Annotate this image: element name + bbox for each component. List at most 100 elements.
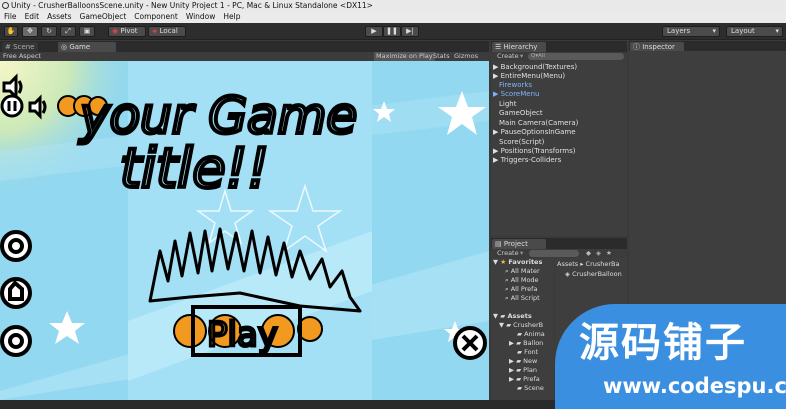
aspect-dropdown[interactable]: Free Aspect (3, 52, 41, 61)
favorite-item[interactable]: ⌕ All Mater (505, 267, 540, 276)
layers-dropdown[interactable]: Layers (662, 26, 720, 37)
hierarchy-item[interactable]: ▶ Background(Textures) (493, 63, 577, 72)
stats-toggle[interactable]: Stats (433, 52, 450, 61)
rotate-icon: ↻ (46, 27, 52, 35)
hierarchy-item[interactable]: Light (499, 100, 516, 109)
expand-arrow-icon[interactable]: ▶ (493, 72, 498, 80)
layers-label: Layers (667, 27, 691, 35)
project-search-input[interactable] (529, 250, 579, 257)
hierarchy-item-label: Fireworks (499, 81, 533, 89)
folder-label: Font (524, 348, 539, 356)
expand-arrow-icon[interactable]: ▶ (493, 156, 498, 164)
folder-label: Anima (524, 330, 545, 338)
project-create-button[interactable]: Create (497, 249, 519, 258)
filter-label-icon[interactable]: ◈ (596, 249, 601, 258)
game-view[interactable]: your Game title!! Play (0, 61, 489, 400)
hierarchy-item[interactable]: GameObject (499, 109, 543, 118)
menu-window[interactable]: Window (182, 11, 220, 23)
hierarchy-item-label: Positions(Transforms) (500, 147, 576, 155)
asset-item-label: CrusherBalloon (572, 270, 622, 278)
hierarchy-item[interactable]: Score(Script) (499, 138, 544, 147)
layout-label: Layout (731, 27, 755, 35)
play-button[interactable]: ▶ (365, 26, 383, 37)
local-toggle[interactable]: ◈ Local (148, 26, 186, 37)
hierarchy-item-label: Triggers-Colliders (500, 156, 562, 164)
inspector-tab-icon: ⓘ (633, 43, 640, 51)
watermark-badge: 源码铺子 www.codespu.com (555, 304, 786, 409)
folder-item[interactable]: ▼ ▰ CrusherB (499, 321, 543, 330)
hierarchy-item[interactable]: Main Camera(Camera) (499, 119, 578, 128)
expand-arrow-icon: ▼ (493, 258, 498, 266)
tab-game-label: Game (69, 43, 91, 51)
folder-item[interactable]: ▶ ▰ Ballon (509, 339, 543, 348)
favorite-item[interactable]: ⌕ All Mode (505, 276, 539, 285)
local-label: Local (159, 27, 178, 35)
menu-assets[interactable]: Assets (43, 11, 75, 23)
pivot-label: Pivot (120, 27, 138, 35)
menu-component[interactable]: Component (130, 11, 182, 23)
gizmos-toggle[interactable]: Gizmos (454, 52, 478, 61)
folder-item[interactable]: ▶ ▰ Prefa (509, 375, 540, 384)
hierarchy-item-label: Background(Textures) (500, 63, 578, 71)
expand-arrow-icon[interactable]: ▶ (493, 147, 498, 155)
project-breadcrumb[interactable]: Assets ▸ CrusherBa (557, 260, 620, 269)
project-tabbar: ▤ Project (491, 238, 627, 249)
tab-scene[interactable]: # Scene (2, 42, 38, 52)
expand-arrow-icon[interactable]: ▶ (493, 63, 498, 71)
favorite-item-label: All Mode (510, 276, 539, 284)
tab-inspector-label: Inspector (642, 43, 675, 51)
folder-icon: ▰ (516, 357, 522, 365)
project-toolbar: Create ▾ ◆ ◈ ★ (491, 249, 627, 258)
expand-arrow-icon[interactable]: ▶ (493, 128, 498, 136)
folder-item[interactable]: ▰ Anima (517, 330, 545, 339)
rect-tool-button[interactable]: ▣ (79, 26, 95, 37)
favorite-item[interactable]: ⌕ All Prefa (505, 285, 537, 294)
pivot-toggle[interactable]: ◉ Pivot (108, 26, 146, 37)
expand-arrow-icon[interactable]: ▶ (493, 90, 498, 98)
maximize-on-play-toggle[interactable]: Maximize on Play (374, 52, 435, 61)
favorites-header[interactable]: ▼ ★ Favorites (493, 258, 542, 267)
menu-file[interactable]: File (0, 11, 21, 23)
tab-scene-label: Scene (13, 43, 35, 51)
asset-item[interactable]: ◈ CrusherBalloon (565, 270, 622, 279)
pause-button[interactable]: ❚❚ (383, 26, 401, 37)
hierarchy-search-input[interactable]: Q▾All (528, 53, 624, 60)
menu-edit[interactable]: Edit (21, 11, 44, 23)
hierarchy-item-label: PauseOptionsInGame (500, 128, 576, 136)
hierarchy-item[interactable]: Fireworks (499, 81, 532, 90)
folder-item[interactable]: ▰ Scene (517, 384, 544, 393)
folder-item[interactable]: ▰ Font (517, 348, 538, 357)
hierarchy-item-label: Score(Script) (499, 138, 545, 146)
rotate-tool-button[interactable]: ↻ (41, 26, 57, 37)
hand-tool-button[interactable]: ✋ (4, 26, 18, 37)
step-button[interactable]: ▶| (401, 26, 419, 37)
hierarchy-create-button[interactable]: Create (497, 52, 519, 61)
favorite-icon[interactable]: ★ (606, 249, 612, 258)
favorite-item[interactable]: ⌕ All Script (505, 294, 540, 303)
window-title-bar: Unity - CrusherBalloonsScene.unity - New… (0, 0, 786, 11)
project-create-arrow-icon: ▾ (520, 249, 524, 257)
menu-help[interactable]: Help (219, 11, 244, 23)
project-folder-tree: ▼ ★ Favorites ⌕ All Mater ⌕ All Mode ⌕ A… (491, 258, 554, 400)
hierarchy-item[interactable]: ▶ Positions(Transforms) (493, 147, 575, 156)
folder-label: Ballon (523, 339, 544, 347)
hierarchy-item[interactable]: ▶ ScoreMenu (493, 90, 539, 99)
play-icon: ▶ (371, 27, 377, 35)
hierarchy-item[interactable]: ▶ PauseOptionsInGame (493, 128, 576, 137)
pause-icon: ❚❚ (386, 27, 398, 35)
tab-game[interactable]: ◎ Game (58, 42, 116, 52)
assets-header[interactable]: ▼ ▰ Assets (493, 312, 532, 321)
folder-label: Scene (524, 384, 544, 392)
hierarchy-item[interactable]: ▶ EntireMenu(Menu) (493, 72, 565, 81)
tab-hierarchy[interactable]: ☰ Hierarchy (492, 42, 546, 52)
tab-project[interactable]: ▤ Project (492, 239, 546, 249)
folder-label: New (523, 357, 538, 365)
folder-item[interactable]: ▶ ▰ Plan (509, 366, 537, 375)
scale-tool-button[interactable]: ⤢ (60, 26, 76, 37)
move-tool-button[interactable]: ✥ (22, 26, 38, 37)
hierarchy-item[interactable]: ▶ Triggers-Colliders (493, 156, 561, 165)
layout-dropdown[interactable]: Layout (726, 26, 783, 37)
menu-gameobject[interactable]: GameObject (76, 11, 131, 23)
folder-item[interactable]: ▶ ▰ New (509, 357, 537, 366)
filter-type-icon[interactable]: ◆ (586, 249, 591, 258)
